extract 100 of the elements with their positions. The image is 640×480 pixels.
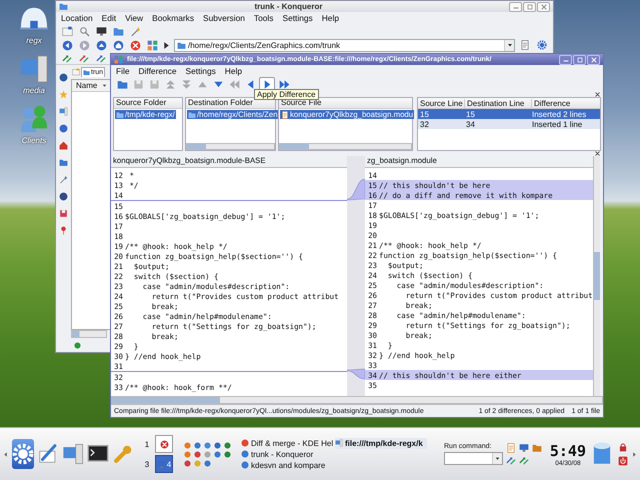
desktop-thumbnail[interactable]	[155, 435, 173, 453]
menu-item[interactable]: Difference	[138, 66, 177, 76]
sidebar-button[interactable]	[58, 71, 70, 83]
column-header[interactable]: Source Folder	[114, 98, 182, 109]
maximize-button[interactable]	[573, 54, 586, 64]
horizontal-scrollbar[interactable]	[111, 396, 603, 404]
window-view-icon	[62, 26, 72, 36]
horizontal-scrollbar[interactable]	[71, 330, 107, 338]
location-field[interactable]: /home/regx/Clients/ZenGraphics.com/trunk	[174, 38, 515, 52]
clipboard-icon[interactable]	[506, 443, 516, 453]
column-header[interactable]: Source Line	[418, 98, 464, 108]
desktop-thumbnail[interactable]: 4	[155, 455, 173, 473]
folder-icon	[83, 69, 90, 76]
computer-icon[interactable]	[19, 54, 49, 84]
dock-close-icon[interactable]	[594, 91, 601, 98]
panel-arrow-icon[interactable]	[631, 450, 638, 458]
desktop-icon-label[interactable]: regx	[26, 36, 42, 45]
power-icon[interactable]	[618, 456, 628, 466]
window-icon[interactable]	[114, 55, 123, 64]
gear-icon	[537, 40, 547, 50]
menu-item[interactable]: Tools	[254, 13, 274, 23]
folder-icon	[59, 158, 68, 166]
open-folder-icon	[116, 79, 128, 90]
task-button[interactable]: file:///tmp/kde-regx/k	[335, 438, 427, 448]
minimize-button[interactable]	[559, 54, 572, 64]
sidebar-button[interactable]	[58, 207, 70, 219]
save-all-icon	[148, 79, 160, 90]
stop-icon	[160, 440, 168, 448]
column-header[interactable]: Destination Line	[464, 98, 531, 108]
horizontal-scrollbar[interactable]	[186, 143, 275, 150]
gear-icon	[12, 443, 34, 465]
desktop-button[interactable]: 3	[141, 455, 153, 473]
toolbar-button[interactable]	[60, 24, 74, 38]
menu-item[interactable]: Settings	[282, 13, 313, 23]
menu-item[interactable]: Location	[61, 13, 93, 23]
table-cell-text: 34	[465, 120, 476, 128]
double-left-icon	[228, 79, 240, 90]
window-title: trunk - Konqueror	[254, 2, 324, 11]
column-header[interactable]: Difference	[531, 98, 600, 108]
toolbar-button[interactable]	[111, 38, 125, 52]
sidebar-button[interactable]	[58, 139, 70, 151]
maximize-icon	[576, 56, 584, 64]
wand-icon	[130, 26, 140, 36]
close-icon	[590, 56, 598, 64]
dropdown-icon	[506, 41, 514, 49]
maximize-icon	[526, 2, 534, 10]
table-cell-text: Inserted 2 lines	[531, 110, 588, 118]
menu-item[interactable]: Edit	[102, 13, 116, 23]
up-icon	[96, 40, 106, 50]
folder-icon[interactable]	[532, 443, 542, 453]
table-cell-text: 15	[465, 110, 476, 118]
menu-item[interactable]: Help	[322, 13, 339, 23]
status-light-icon	[74, 342, 81, 348]
home-icon	[112, 40, 124, 50]
toolbar-button[interactable]	[60, 38, 74, 52]
sidebar-button[interactable]	[58, 105, 70, 117]
vertical-scrollbar[interactable]	[593, 156, 600, 396]
wrench-icon	[112, 443, 134, 465]
close-icon	[540, 2, 548, 10]
menu-item[interactable]: Settings	[186, 66, 216, 76]
toolbar-button[interactable]	[94, 24, 108, 38]
menu-item[interactable]: View	[125, 13, 144, 23]
sidebar-button[interactable]	[58, 173, 70, 185]
table-row[interactable]: 32 34 Inserted 1 line	[418, 119, 600, 129]
menu-item[interactable]: Subversion	[203, 13, 245, 23]
toolbar-button[interactable]	[277, 78, 291, 91]
close-button[interactable]	[587, 54, 600, 64]
panel-arrow-icon[interactable]	[2, 450, 9, 458]
start-menu-button[interactable]	[12, 439, 34, 469]
triangle-up-icon	[196, 79, 208, 90]
stop-icon	[130, 40, 140, 50]
arrows-icon	[62, 53, 72, 63]
computer-icon	[335, 439, 343, 447]
table-cell-text: Inserted 1 line	[531, 120, 584, 128]
table-cell-text: 32	[419, 120, 430, 128]
menu-item[interactable]: Bookmarks	[152, 13, 194, 23]
task-button[interactable]: trunk - Konqueror	[241, 448, 333, 460]
sidebar-button[interactable]	[58, 122, 70, 134]
horizontal-scrollbar[interactable]	[279, 143, 412, 150]
column-header[interactable]: Destination Folder	[186, 98, 275, 109]
save-icon	[132, 79, 144, 90]
triangle-down-icon	[212, 79, 224, 90]
grid-icon	[146, 40, 158, 50]
double-down-icon	[180, 79, 192, 90]
menu-item[interactable]: Help	[224, 66, 242, 76]
run-command-field[interactable]	[444, 452, 503, 465]
clock-time[interactable]: 5:49	[550, 442, 586, 460]
task-button[interactable]: Diff & merge - KDE Hel	[241, 438, 333, 448]
table-cell-text: 15	[419, 110, 430, 118]
toolbar-button[interactable]	[94, 38, 108, 52]
task-button[interactable]: kdesvn and kompare	[241, 460, 333, 470]
table-row[interactable]: 15 15 Inserted 2 lines	[418, 109, 600, 119]
back-icon	[62, 40, 72, 50]
desktop-button[interactable]: 1	[141, 435, 153, 453]
lock-icon[interactable]	[618, 442, 628, 452]
tooltip: Apply Difference	[254, 89, 319, 100]
sidebar-button[interactable]	[58, 190, 70, 202]
sort-caret-icon	[101, 82, 108, 89]
menu-item[interactable]: File	[116, 66, 130, 76]
dock-close-icon[interactable]	[594, 150, 601, 157]
